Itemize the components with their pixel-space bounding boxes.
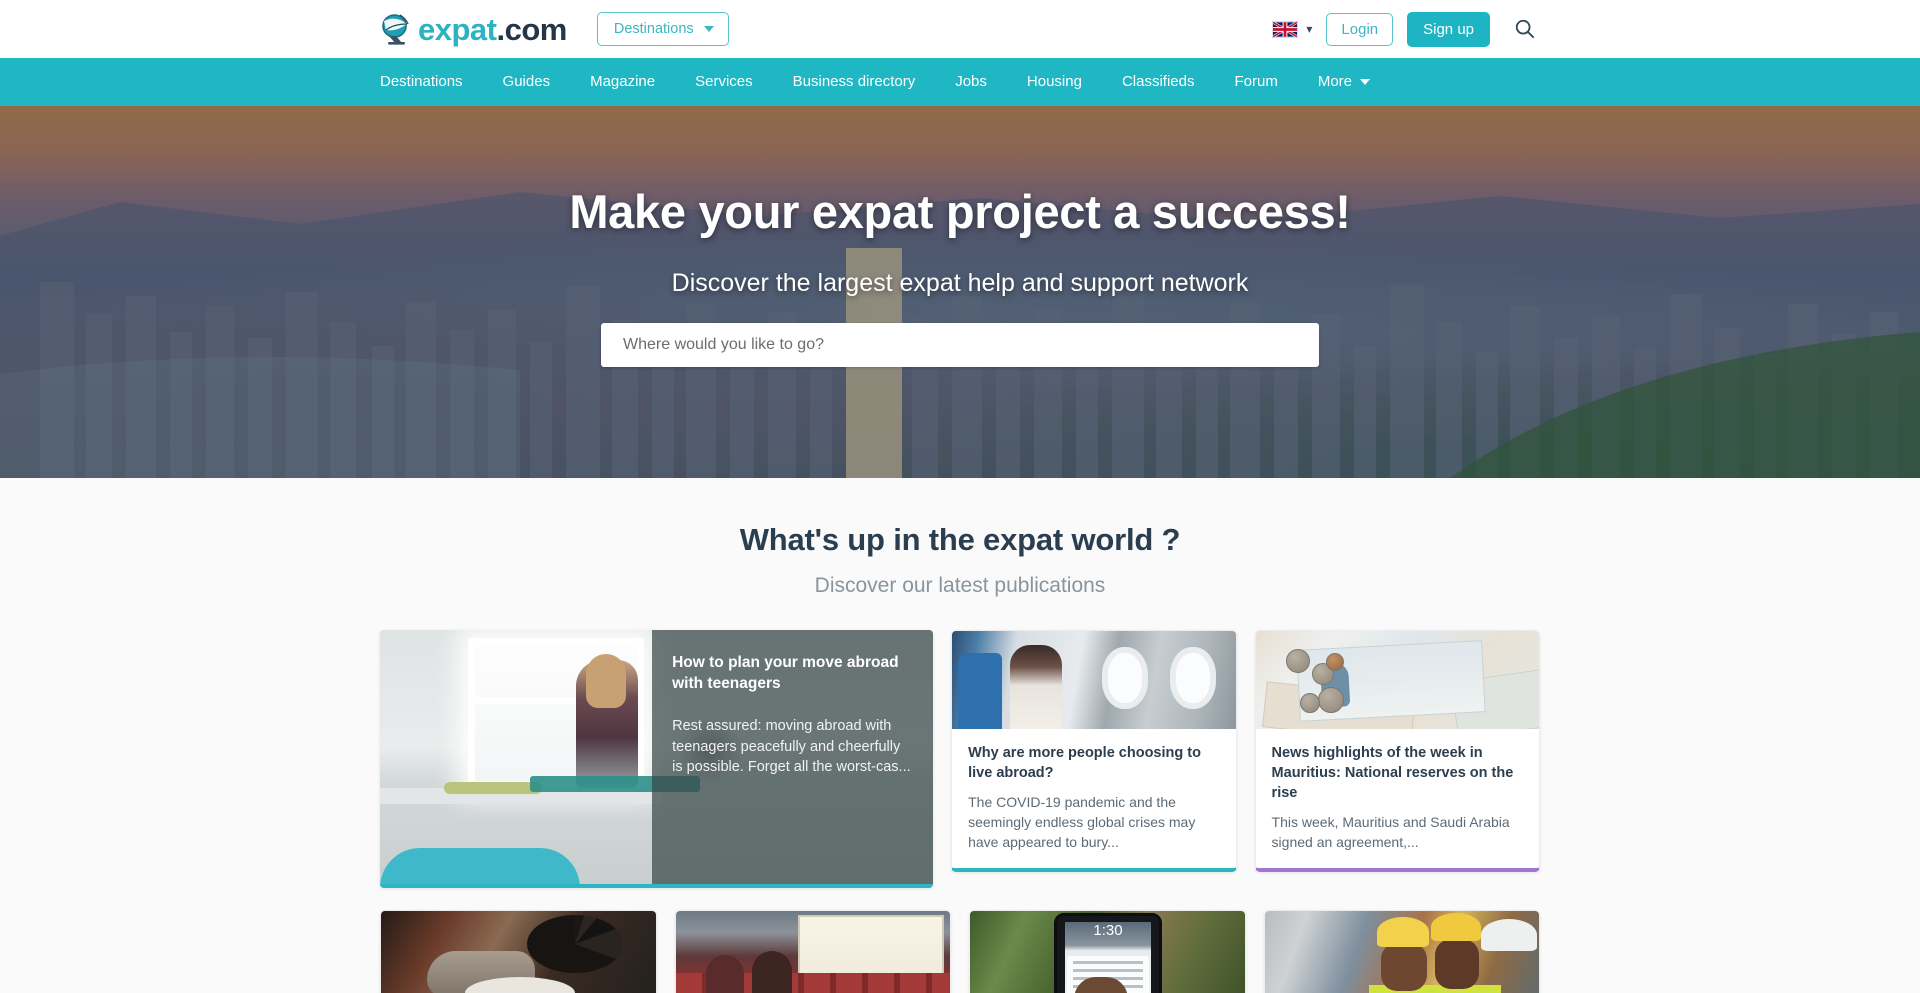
featured-article-excerpt: Rest assured: moving abroad with teenage…: [672, 718, 911, 776]
nav-item-housing[interactable]: Housing: [1027, 58, 1102, 106]
nav-item-label: Guides: [502, 73, 551, 90]
nav-item-label: Housing: [1026, 73, 1082, 90]
nav-item-label: Classifieds: [1121, 73, 1195, 90]
nav-item-classifieds[interactable]: Classifieds: [1122, 58, 1215, 106]
featured-article-card[interactable]: How to plan your move abroad with teenag…: [380, 630, 934, 888]
phone-clock-overlay-text: 1:30: [1093, 922, 1123, 939]
article-card-image: [952, 631, 1236, 729]
search-toggle-button[interactable]: [1510, 14, 1540, 44]
hero-banner: Make your expat project a success! Disco…: [0, 106, 1920, 478]
logo-wordmark: expat.com: [418, 14, 567, 45]
article-card-excerpt: The COVID-19 pandemic and the seemingly …: [968, 794, 1196, 851]
site-logo[interactable]: expat.com: [380, 12, 567, 46]
nav-item-services[interactable]: Services: [695, 58, 773, 106]
main-navigation-bar: Destinations Guides Magazine Services Busine…: [0, 58, 1920, 106]
chevron-down-icon: ▾: [1306, 22, 1313, 36]
nav-item-label: Jobs: [955, 73, 987, 90]
nav-item-label: More: [1317, 73, 1353, 90]
nav-item-business-directory[interactable]: Business directory: [793, 58, 936, 106]
section-title: What's up in the expat world ?: [739, 522, 1181, 557]
section-subtitle: Discover our latest publications: [814, 574, 1106, 597]
article-card-title: News highlights of the week in Mauritius…: [1271, 745, 1514, 801]
article-card-title: Why are more people choosing to live abr…: [968, 745, 1201, 781]
article-card[interactable]: 1:30: [969, 910, 1246, 993]
chevron-down-icon: [703, 26, 714, 32]
articles-row-primary: How to plan your move abroad with teenag…: [380, 630, 1540, 888]
featured-article-title: How to plan your move abroad with teenag…: [672, 654, 899, 693]
article-card[interactable]: [1263, 910, 1540, 993]
logo-text-expat: expat: [418, 11, 497, 47]
article-card-excerpt: This week, Mauritius and Saudi Arabia si…: [1271, 814, 1510, 851]
article-card-image: [1255, 631, 1539, 729]
nav-item-more[interactable]: More: [1318, 58, 1390, 106]
nav-item-label: Magazine: [590, 73, 656, 90]
article-card[interactable]: News highlights of the week in Mauritius…: [1254, 630, 1540, 873]
login-button[interactable]: Login: [1326, 12, 1394, 46]
language-selector[interactable]: ▾: [1272, 20, 1313, 38]
article-card[interactable]: [380, 910, 657, 993]
articles-row-secondary: 1:30: [380, 910, 1540, 993]
globe-satellite-icon: [382, 14, 409, 45]
article-card-image: 1:30: [970, 911, 1245, 993]
nav-item-jobs[interactable]: Jobs: [955, 58, 1007, 106]
nav-item-label: Business directory: [792, 73, 916, 90]
featured-article-text-overlay: How to plan your move abroad with teenag…: [652, 630, 934, 884]
nav-item-guides[interactable]: Guides: [503, 58, 571, 106]
nav-item-label: Forum: [1234, 73, 1278, 90]
article-card[interactable]: Why are more people choosing to live abr…: [951, 630, 1237, 873]
hero-subtitle: Discover the largest expat help and supp…: [671, 269, 1249, 297]
destination-search-input[interactable]: [601, 323, 1319, 367]
destinations-dropdown-button[interactable]: Destinations: [596, 12, 729, 46]
uk-flag-icon: [1272, 20, 1299, 38]
article-card-image: [675, 911, 950, 993]
chevron-down-icon: [1360, 79, 1371, 85]
nav-item-magazine[interactable]: Magazine: [590, 58, 675, 106]
nav-item-destinations[interactable]: Destinations: [380, 58, 483, 106]
nav-item-forum[interactable]: Forum: [1234, 58, 1297, 106]
top-header-bar: expat.com Destinations ▾ Login Sign up: [0, 0, 1920, 58]
nav-item-label: Destinations: [380, 73, 463, 90]
nav-item-label: Services: [695, 73, 753, 90]
signup-button[interactable]: Sign up: [1407, 11, 1490, 47]
logo-text-dotcom: .com: [496, 11, 567, 47]
article-card[interactable]: [674, 910, 951, 993]
latest-publications-section: What's up in the expat world ? Discover …: [0, 478, 1920, 993]
article-card-image: [381, 911, 656, 993]
hero-title: Make your expat project a success!: [569, 185, 1351, 238]
article-card-image: [1264, 911, 1539, 993]
search-icon: [1515, 19, 1535, 39]
destinations-button-label: Destinations: [613, 21, 694, 37]
